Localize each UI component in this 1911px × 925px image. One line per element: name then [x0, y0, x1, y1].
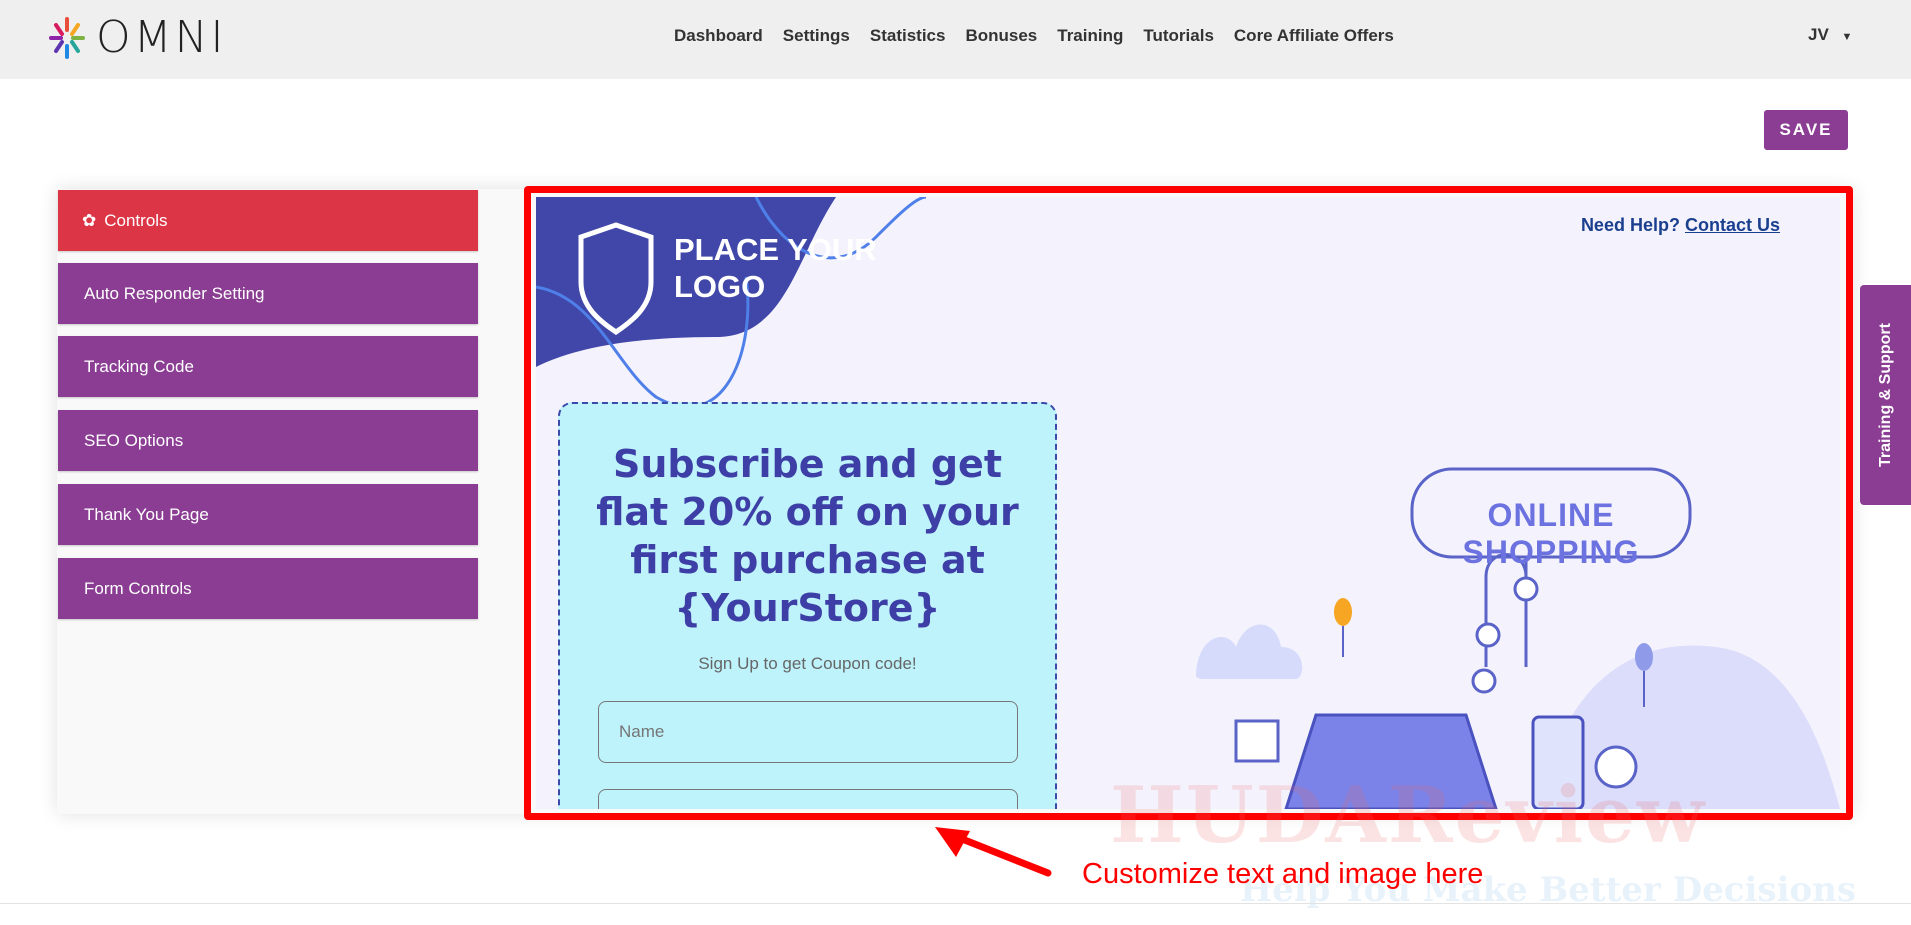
sidebar-item-tracking-code[interactable]: Tracking Code	[58, 336, 478, 397]
gear-icon: ✿	[82, 210, 97, 230]
training-support-tab[interactable]: Training & Support	[1860, 285, 1911, 505]
nav-bonuses[interactable]: Bonuses	[965, 26, 1037, 46]
nav-tutorials[interactable]: Tutorials	[1143, 26, 1214, 46]
top-navbar: OMNI Dashboard Settings Statistics Bonus…	[0, 0, 1911, 79]
watermark: HUDAReview	[1110, 770, 1707, 861]
sidebar-item-label: Thank You Page	[84, 504, 209, 524]
sidebar-item-seo-options[interactable]: SEO Options	[58, 410, 478, 471]
sidebar-item-form-controls[interactable]: Form Controls	[58, 558, 478, 619]
arrow-icon	[935, 827, 1052, 877]
user-initials: JV	[1808, 25, 1829, 44]
main-nav: Dashboard Settings Statistics Bonuses Tr…	[674, 26, 1394, 46]
sidebar-item-label: SEO Options	[84, 430, 184, 450]
nav-training[interactable]: Training	[1057, 26, 1123, 46]
nav-core-affiliate-offers[interactable]: Core Affiliate Offers	[1234, 26, 1394, 46]
caret-down-icon: ▼	[1841, 31, 1853, 43]
annotation-text: Customize text and image here	[1082, 858, 1484, 890]
nav-settings[interactable]: Settings	[783, 26, 850, 46]
sidebar-item-auto-responder[interactable]: Auto Responder Setting	[58, 263, 478, 324]
sidebar-item-label: Tracking Code	[84, 356, 194, 376]
footer-divider	[0, 903, 1911, 904]
sidebar-item-controls[interactable]: ✿ Controls	[58, 190, 478, 251]
save-button[interactable]: SAVE	[1764, 110, 1848, 150]
omni-logo-icon	[49, 17, 85, 59]
sidebar-item-label: Controls	[104, 210, 168, 230]
nav-dashboard[interactable]: Dashboard	[674, 26, 763, 46]
highlight-box	[524, 186, 1853, 820]
sidebar-item-label: Form Controls	[84, 578, 192, 598]
user-menu[interactable]: JV ▼	[1808, 25, 1852, 45]
omni-logo[interactable]: OMNI	[48, 16, 227, 60]
training-support-label: Training & Support	[1876, 323, 1894, 467]
sidebar-item-label: Auto Responder Setting	[84, 283, 265, 303]
brand-name: OMNI	[96, 12, 227, 63]
sidebar-item-thank-you-page[interactable]: Thank You Page	[58, 484, 478, 545]
nav-statistics[interactable]: Statistics	[870, 26, 946, 46]
